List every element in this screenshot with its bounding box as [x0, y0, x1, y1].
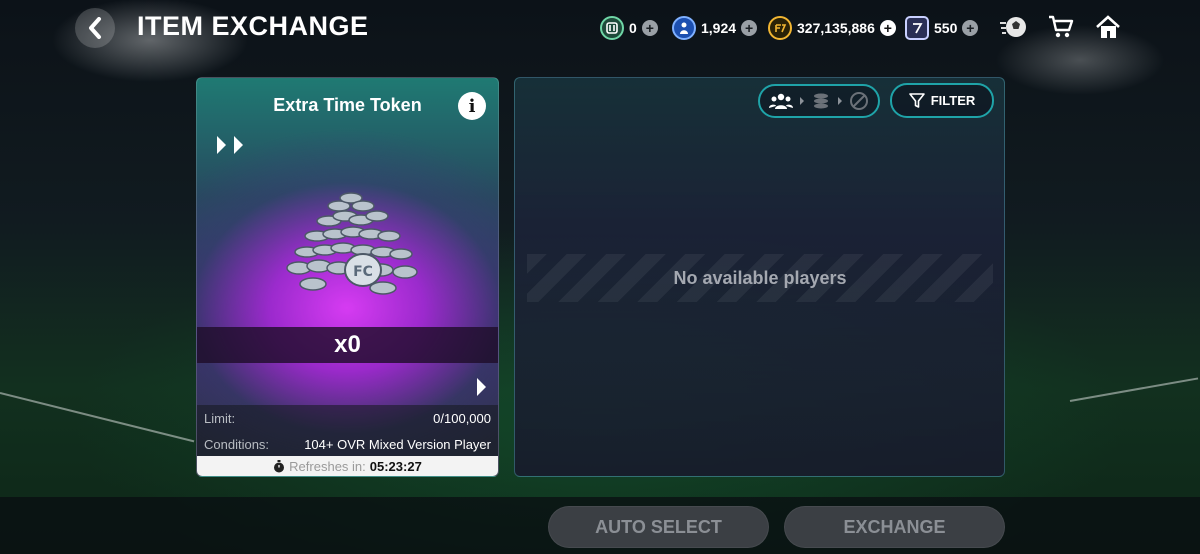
coins-stack-small-icon: [813, 93, 828, 109]
add-points-plus-icon[interactable]: +: [962, 20, 979, 36]
chevron-left-icon: [89, 17, 101, 39]
previous-arrows-icon[interactable]: [217, 136, 243, 154]
currency-points-value: 550: [934, 20, 958, 36]
conditions-label: Conditions:: [204, 436, 270, 452]
add-players-plus-icon[interactable]: +: [741, 20, 758, 36]
exchange-button[interactable]: EXCHANGE: [784, 506, 1005, 548]
currency-tokens-value: 0: [629, 20, 637, 36]
conditions-value: 104+ OVR Mixed Version Player: [304, 436, 491, 452]
add-tokens-plus-icon[interactable]: +: [641, 20, 658, 36]
players-group-icon: [769, 93, 794, 109]
svg-text:FC: FC: [353, 264, 373, 280]
filter-button[interactable]: FILTER: [890, 83, 994, 118]
trophy-token-icon: [600, 16, 624, 40]
auto-select-button[interactable]: AUTO SELECT: [548, 506, 769, 548]
page-title: ITEM EXCHANGE: [137, 11, 369, 41]
item-name: Extra Time Token: [273, 95, 422, 115]
players-panel: FILTER No available players: [514, 77, 1005, 477]
refresh-label: Refreshes in:: [289, 458, 366, 474]
limit-value: 0/100,000: [433, 410, 491, 426]
currency-players[interactable]: 1,924 +: [672, 14, 758, 42]
flow-arrow-icon: [837, 97, 842, 105]
ball-icon[interactable]: [998, 12, 1028, 42]
add-coins-plus-icon[interactable]: +: [879, 20, 896, 36]
limit-label: Limit:: [204, 410, 236, 426]
coin-stack-icon: FC: [286, 192, 418, 295]
no-item-icon: [849, 92, 868, 110]
item-card: Extra Time Token i FC x0 Limit: 0/100,00…: [196, 77, 499, 477]
back-button[interactable]: [75, 8, 115, 48]
home-icon[interactable]: [1093, 12, 1123, 42]
flow-arrow-icon: [800, 97, 805, 105]
refresh-timer-bar: Refreshes in: 05:23:27: [197, 456, 498, 476]
pitch-line-left: [0, 392, 195, 443]
item-quantity: x0: [197, 327, 498, 363]
conditions-row: Conditions: 104+ OVR Mixed Version Playe…: [197, 431, 498, 457]
cart-icon[interactable]: [1046, 12, 1076, 42]
currency-coins-value: 327,135,886: [797, 20, 875, 36]
currency-players-value: 1,924: [701, 20, 737, 36]
filter-icon: [908, 92, 925, 108]
currency-points[interactable]: 550 +: [905, 14, 979, 42]
info-icon[interactable]: i: [458, 92, 486, 120]
points-icon: [905, 16, 929, 40]
next-arrow-icon[interactable]: [477, 378, 486, 396]
filter-label: FILTER: [930, 93, 976, 108]
coin-icon: [768, 16, 792, 40]
exchange-flow-indicator: [758, 84, 880, 118]
currency-coins[interactable]: 327,135,886 +: [768, 14, 896, 42]
player-icon: [672, 16, 696, 40]
stopwatch-icon: [274, 459, 285, 472]
pitch-line-right: [1069, 377, 1199, 402]
empty-state-message: No available players: [527, 254, 993, 302]
currency-tokens[interactable]: 0 +: [600, 14, 658, 42]
refresh-time: 05:23:27: [369, 458, 422, 474]
limit-row: Limit: 0/100,000: [197, 405, 498, 431]
